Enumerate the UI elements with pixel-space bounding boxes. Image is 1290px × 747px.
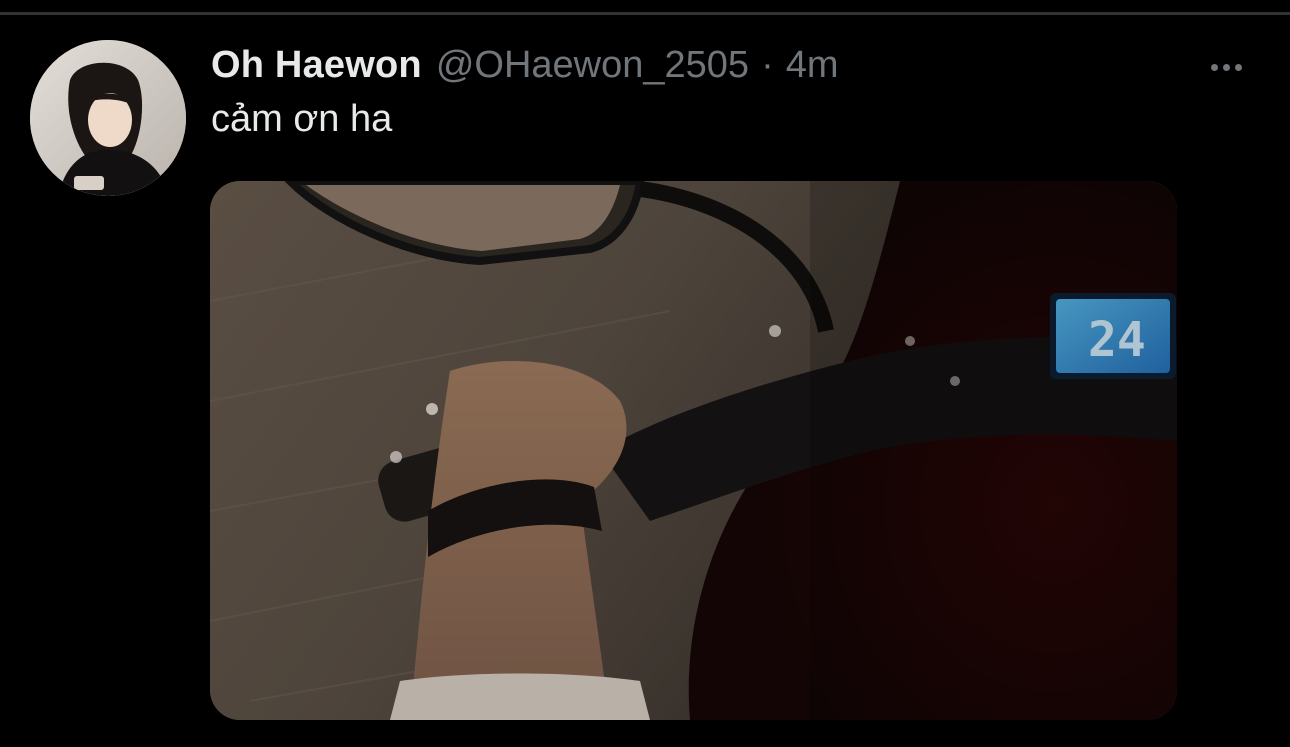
author-handle[interactable]: @OHaewon_2505: [436, 44, 749, 87]
more-horizontal-icon: [1210, 63, 1218, 71]
more-horizontal-icon-dot: [1234, 63, 1242, 71]
author-display-name[interactable]: Oh Haewon: [211, 44, 422, 87]
avatar[interactable]: [30, 40, 186, 196]
tweet-header: Oh Haewon @OHaewon_2505 · 4m: [211, 44, 839, 90]
tweet-media-photo[interactable]: 24: [210, 181, 1177, 720]
tweet-text: cảm ơn ha: [211, 98, 393, 140]
more-horizontal-icon-dot: [1222, 63, 1230, 71]
photo-scooter-hands: 24: [210, 181, 1177, 720]
avatar-photo: [30, 40, 186, 196]
top-divider: [0, 12, 1290, 15]
tweet-timestamp[interactable]: 4m: [786, 44, 839, 87]
header-separator: ·: [761, 44, 774, 86]
more-options-button[interactable]: [1200, 52, 1252, 82]
